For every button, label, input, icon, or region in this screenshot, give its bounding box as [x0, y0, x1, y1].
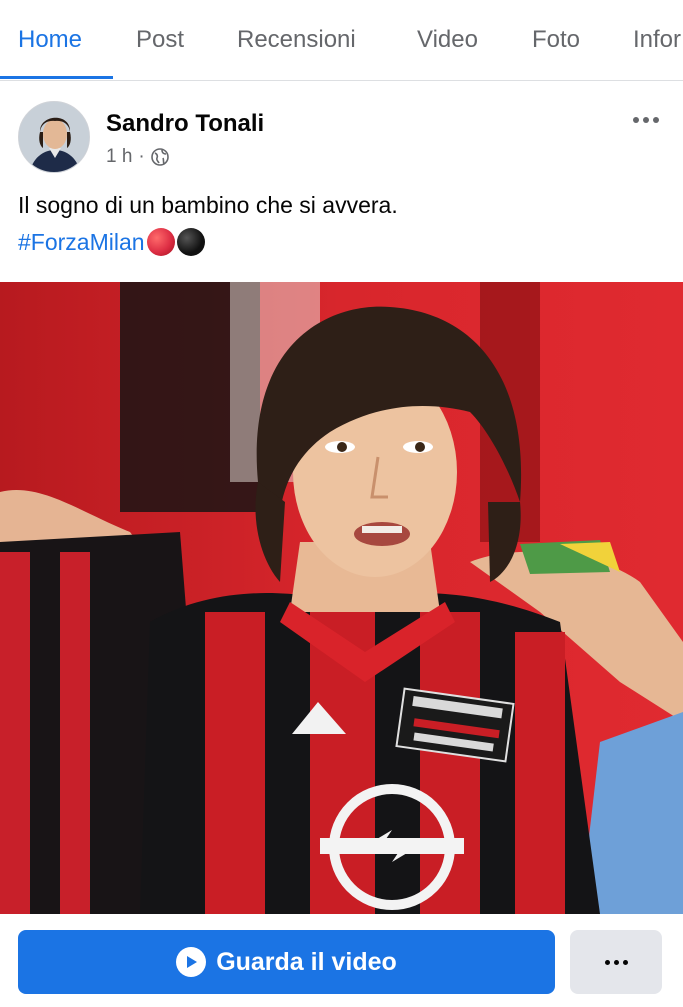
post-meta: 1 h · — [106, 146, 169, 168]
active-tab-indicator — [0, 76, 113, 79]
meta-separator: · — [138, 146, 145, 167]
avatar[interactable] — [18, 101, 90, 173]
red-circle-emoji — [146, 228, 175, 256]
watch-video-label: Guarda il video — [216, 947, 397, 976]
post-time[interactable]: 1 h — [106, 146, 132, 168]
post-options-button[interactable] — [626, 106, 666, 134]
more-options-button[interactable] — [570, 930, 662, 994]
tab-video[interactable]: Video — [417, 26, 478, 54]
tab-info[interactable]: Infor — [633, 26, 681, 54]
photo-illustration — [0, 282, 683, 914]
globe-icon — [150, 148, 169, 166]
dot-icon — [633, 117, 639, 123]
post-photo[interactable] — [0, 282, 683, 914]
avatar-image — [19, 102, 89, 172]
play-triangle — [187, 956, 198, 968]
tab-post[interactable]: Post — [136, 26, 184, 54]
dot-icon — [622, 959, 628, 965]
tab-recensioni[interactable]: Recensioni — [237, 26, 356, 54]
black-circle-emoji — [176, 228, 205, 256]
play-icon — [176, 947, 207, 977]
watch-video-button[interactable]: Guarda il video — [18, 930, 555, 994]
tab-home[interactable]: Home — [18, 26, 82, 54]
dot-icon — [643, 117, 649, 123]
page-tabs: Home Post Recensioni Video Foto Infor — [0, 0, 683, 81]
tab-foto[interactable]: Foto — [532, 26, 580, 54]
hashtag-link[interactable]: #ForzaMilan — [18, 229, 145, 256]
post-author[interactable]: Sandro Tonali — [106, 110, 264, 138]
post-text: Il sogno di un bambino che si avvera. — [18, 192, 398, 218]
dot-icon — [653, 117, 659, 123]
dot-icon — [613, 959, 619, 965]
dot-icon — [604, 959, 610, 965]
hashtag-line: #ForzaMilan — [18, 228, 205, 256]
